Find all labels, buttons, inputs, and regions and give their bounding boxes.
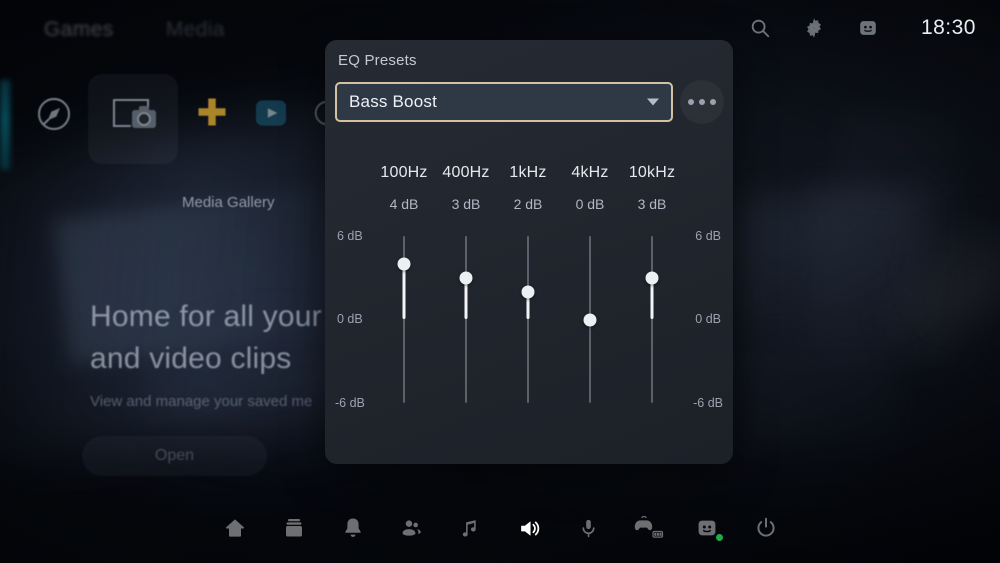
taskbar-power[interactable]	[736, 502, 795, 554]
tab-media[interactable]: Media	[166, 18, 225, 42]
taskbar-volume[interactable]	[500, 502, 559, 554]
taskbar-profile[interactable]	[677, 502, 736, 554]
open-button[interactable]: Open	[82, 436, 267, 476]
tile-explore[interactable]	[34, 94, 74, 139]
background-glow	[900, 290, 970, 350]
taskbar-music[interactable]	[441, 502, 500, 554]
game-base-friends-icon	[402, 519, 421, 536]
online-status-dot	[716, 534, 723, 541]
slider-fill	[402, 263, 406, 319]
controller-battery-icon	[634, 515, 663, 538]
library-icon	[285, 519, 302, 537]
home-icon	[225, 519, 244, 537]
profile-avatar-icon[interactable]	[857, 17, 879, 39]
eq-band-slider[interactable]	[580, 236, 600, 403]
eq-band-slider[interactable]	[456, 236, 476, 403]
slider-track	[527, 236, 529, 403]
dot-icon	[710, 99, 716, 105]
tile-ps-plus[interactable]	[194, 94, 230, 135]
music-note-icon	[462, 519, 476, 537]
eq-band-value-label: 3 dB	[451, 196, 481, 212]
slider-knob[interactable]	[583, 313, 597, 326]
slider-track	[465, 236, 467, 403]
eq-band-slider[interactable]	[394, 236, 414, 403]
tab-games[interactable]: Games	[44, 18, 114, 42]
taskbar-game-base[interactable]	[382, 502, 441, 554]
search-icon[interactable]	[749, 17, 771, 39]
eq-band-header: 100Hz 4 dB 400Hz 3 dB 1kHz 2 dB 4kHz 0 dB 10kHz 3…	[325, 164, 733, 212]
explore-icon	[34, 94, 74, 139]
eq-band-frequency-label: 100Hz	[380, 164, 428, 181]
taskbar-notifications[interactable]	[323, 502, 382, 554]
scale-label-bottom-left: -6 dB	[335, 396, 365, 410]
hero-section: Home for all your s and video clips View…	[82, 296, 346, 476]
microphone-icon	[582, 519, 595, 537]
scale-label-top-left: 6 dB	[337, 229, 363, 243]
panel-title: EQ Presets	[338, 52, 417, 69]
chevron-down-icon	[647, 98, 659, 106]
taskbar-home[interactable]	[205, 502, 264, 554]
dot-icon	[688, 99, 694, 105]
eq-band-frequency-label: 4kHz	[571, 164, 609, 181]
hero-headline-line2: and video clips	[90, 342, 292, 375]
eq-band-value-label: 4 dB	[389, 196, 419, 212]
slider-knob[interactable]	[645, 271, 659, 285]
more-options-button[interactable]	[680, 80, 724, 124]
scale-label-bottom-right: -6 dB	[693, 396, 723, 410]
ps-plus-icon	[194, 94, 230, 135]
eq-presets-panel: EQ Presets Bass Boost 100Hz 4 dB 400Hz 3 dB…	[325, 40, 733, 464]
gear-icon[interactable]	[803, 17, 825, 39]
slider-knob[interactable]	[397, 257, 411, 271]
hero-headline-line1: Home for all your s	[90, 300, 346, 333]
taskbar-microphone[interactable]	[559, 502, 618, 554]
eq-band-slider[interactable]	[642, 236, 662, 403]
slider-knob[interactable]	[459, 271, 473, 285]
clock: 18:30	[920, 16, 976, 39]
top-bar-actions: 18:30	[749, 16, 976, 40]
eq-band-value-label: 0 dB	[575, 196, 605, 212]
eq-band-slider[interactable]	[518, 236, 538, 403]
eq-band-value-label: 3 dB	[637, 196, 667, 212]
hero-subtitle: View and manage your saved me	[90, 393, 313, 410]
slider-knob[interactable]	[521, 285, 535, 299]
eq-band-frequency-label: 10kHz	[628, 164, 676, 181]
bottom-taskbar	[0, 493, 1000, 563]
media-gallery-icon	[106, 92, 162, 147]
slider-track	[651, 236, 653, 403]
power-icon	[756, 517, 775, 537]
notifications-bell-icon	[344, 518, 361, 537]
taskbar-controller[interactable]	[618, 502, 677, 554]
eq-band-frequency-label: 400Hz	[442, 164, 490, 181]
eq-preset-selected-value: Bass Boost	[349, 92, 437, 111]
scale-label-mid-right: 0 dB	[695, 312, 721, 326]
dot-icon	[699, 99, 705, 105]
volume-speaker-icon	[521, 520, 540, 536]
eq-band-frequency-label: 1kHz	[509, 164, 547, 181]
profile-avatar-icon	[698, 520, 715, 536]
tile-media-gallery[interactable]	[106, 92, 162, 147]
scale-label-mid-left: 0 dB	[337, 312, 363, 326]
tile-label-media-gallery: Media Gallery	[182, 194, 275, 211]
taskbar-library[interactable]	[264, 502, 323, 554]
ps-video-icon	[252, 94, 290, 137]
eq-preset-dropdown[interactable]: Bass Boost	[335, 82, 673, 122]
scale-label-top-right: 6 dB	[695, 229, 721, 243]
background-tile	[742, 330, 902, 450]
tile-ps-video[interactable]	[252, 94, 290, 137]
eq-band-value-label: 2 dB	[513, 196, 543, 212]
primary-nav-tabs: Games Media	[44, 18, 225, 42]
